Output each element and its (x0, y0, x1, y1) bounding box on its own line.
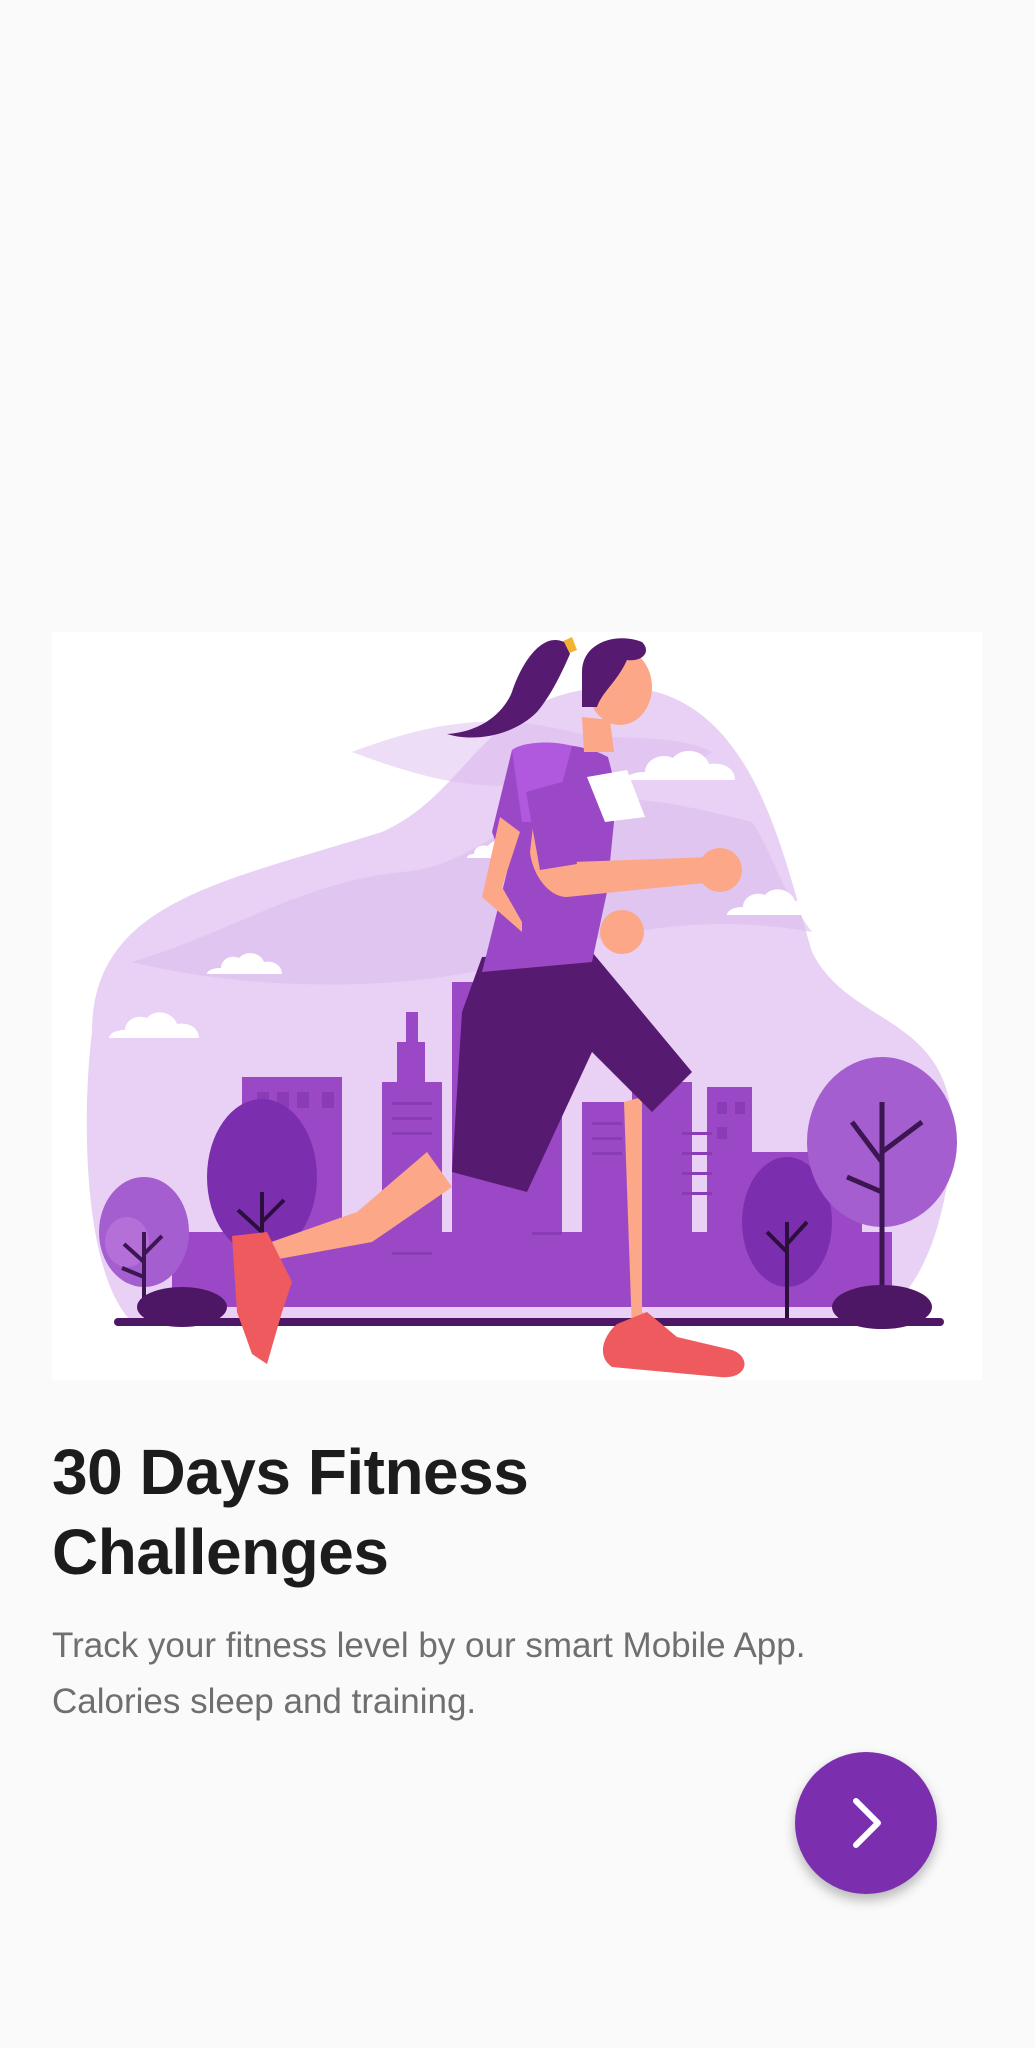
description-line-2: Calories sleep and training. (52, 1682, 477, 1721)
onboarding-title: 30 Days Fitness Challenges (52, 1432, 752, 1592)
onboarding-illustration (52, 632, 982, 1380)
woman-running-icon (86, 637, 957, 1378)
next-button[interactable] (795, 1752, 937, 1894)
title-line-1: 30 Days Fitness (52, 1436, 529, 1508)
onboarding-description: Track your fitness level by our smart Mo… (52, 1618, 932, 1730)
description-line-1: Track your fitness level by our smart Mo… (52, 1626, 806, 1665)
chevron-right-icon (853, 1798, 881, 1848)
title-line-2: Challenges (52, 1516, 389, 1588)
